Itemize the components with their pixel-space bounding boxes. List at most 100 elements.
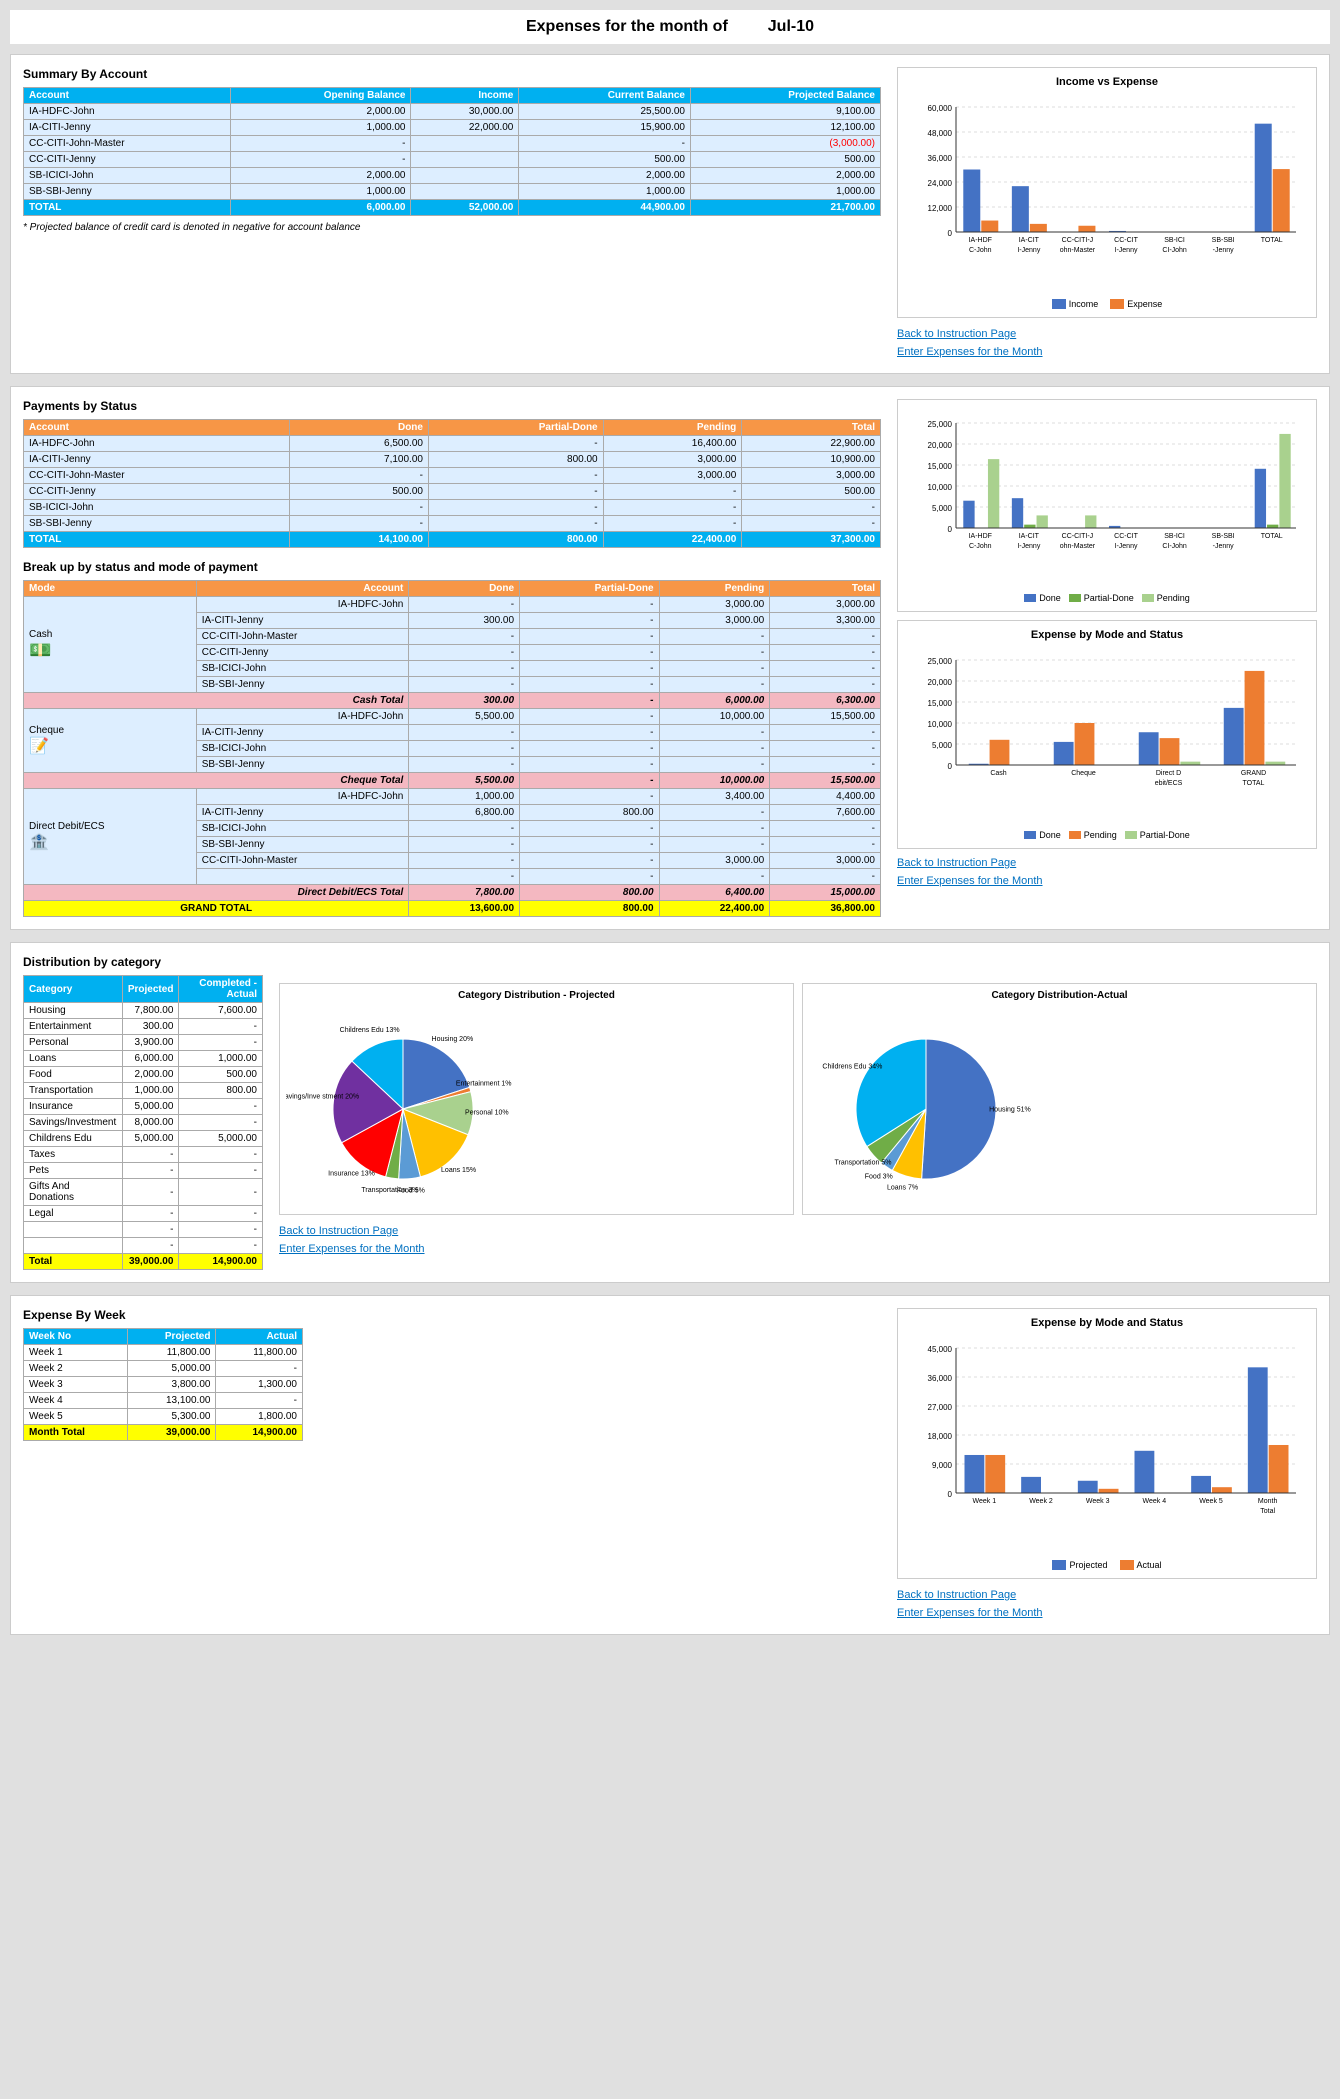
section1-title: Summary By Account xyxy=(23,67,881,81)
svg-text:Housing 20%: Housing 20% xyxy=(432,1036,474,1043)
enter-expenses-link-2[interactable]: Enter Expenses for the Month xyxy=(897,873,1317,891)
svg-text:-Jenny: -Jenny xyxy=(1213,247,1235,254)
svg-text:CI-John: CI-John xyxy=(1162,247,1187,254)
svg-text:IA-CIT: IA-CIT xyxy=(1019,533,1040,540)
week-chart: Expense by Mode and Status 09,00018,0002… xyxy=(897,1308,1317,1579)
svg-text:Cash: Cash xyxy=(990,770,1006,777)
svg-text:12,000: 12,000 xyxy=(928,204,953,213)
section2-title: Payments by Status xyxy=(23,399,881,413)
svg-text:20,000: 20,000 xyxy=(928,678,953,687)
section3-links: Back to Instruction Page Enter Expenses … xyxy=(279,1223,1317,1258)
svg-text:TOTAL: TOTAL xyxy=(1261,533,1283,540)
enter-expenses-link-1[interactable]: Enter Expenses for the Month xyxy=(897,344,1317,362)
section4-title: Expense By Week xyxy=(23,1308,881,1322)
section1-links: Back to Instruction Page Enter Expenses … xyxy=(897,326,1317,361)
pie-projected: Category Distribution - Projected Housin… xyxy=(279,983,794,1215)
svg-text:Week 3: Week 3 xyxy=(1086,1498,1110,1505)
svg-text:Food 3%: Food 3% xyxy=(865,1174,893,1181)
section3-title: Distribution by category xyxy=(23,955,1317,969)
svg-text:IA-CIT: IA-CIT xyxy=(1019,237,1040,244)
svg-text:I-Jenny: I-Jenny xyxy=(1115,247,1138,254)
svg-text:25,000: 25,000 xyxy=(928,420,953,429)
svg-text:Personal 10%: Personal 10% xyxy=(465,1109,509,1116)
svg-text:Transportation 5%: Transportation 5% xyxy=(835,1160,892,1167)
svg-text:9,000: 9,000 xyxy=(932,1461,953,1470)
svg-text:CC-CITI-J: CC-CITI-J xyxy=(1062,533,1094,540)
breakdown-table: Mode Account Done Partial-Done Pending T… xyxy=(23,580,881,917)
svg-text:Week 2: Week 2 xyxy=(1029,1498,1053,1505)
svg-text:5,000: 5,000 xyxy=(932,504,953,513)
svg-text:0: 0 xyxy=(948,762,953,771)
svg-text:Direct D: Direct D xyxy=(1156,770,1181,777)
svg-text:ohn-Master: ohn-Master xyxy=(1060,543,1096,550)
expense-mode-status-chart: Expense by Mode and Status 05,00010,0001… xyxy=(897,620,1317,849)
svg-text:CC-CIT: CC-CIT xyxy=(1114,533,1138,540)
summary-table: Account Opening Balance Income Current B… xyxy=(23,87,881,216)
svg-text:CI-John: CI-John xyxy=(1162,543,1187,550)
svg-text:Childrens Edu 34%: Childrens Edu 34% xyxy=(822,1064,882,1071)
svg-text:SB-SBI: SB-SBI xyxy=(1212,237,1235,244)
svg-text:20,000: 20,000 xyxy=(928,441,953,450)
svg-text:-Jenny: -Jenny xyxy=(1213,543,1235,550)
back-instruction-link-1[interactable]: Back to Instruction Page xyxy=(897,326,1317,344)
svg-text:36,000: 36,000 xyxy=(928,154,953,163)
section-week: Expense By Week Week No Projected Actual… xyxy=(10,1295,1330,1635)
svg-text:I-Jenny: I-Jenny xyxy=(1017,247,1040,254)
svg-text:10,000: 10,000 xyxy=(928,483,953,492)
payments-table: Account Done Partial-Done Pending Total … xyxy=(23,419,881,548)
pie-actual: Category Distribution-Actual Housing 51%… xyxy=(802,983,1317,1215)
svg-text:GRAND: GRAND xyxy=(1241,770,1266,777)
page-title: Expenses for the month of Jul-10 xyxy=(10,10,1330,44)
enter-expenses-link-4[interactable]: Enter Expenses for the Month xyxy=(897,1605,1317,1623)
svg-text:0: 0 xyxy=(948,525,953,534)
svg-text:IA-HDF: IA-HDF xyxy=(969,237,992,244)
svg-text:0: 0 xyxy=(948,229,953,238)
svg-text:CC-CITI-J: CC-CITI-J xyxy=(1062,237,1094,244)
svg-text:Total: Total xyxy=(1260,1508,1275,1515)
svg-text:5,000: 5,000 xyxy=(932,741,953,750)
svg-text:27,000: 27,000 xyxy=(928,1403,953,1412)
svg-text:60,000: 60,000 xyxy=(928,104,953,113)
section2-links: Back to Instruction Page Enter Expenses … xyxy=(897,855,1317,890)
back-instruction-link-3[interactable]: Back to Instruction Page xyxy=(279,1223,1317,1241)
payments-status-chart: 0 5,000 10,000 15,000 20,000 25,000 IA-HDF C-Jo… xyxy=(897,399,1317,612)
svg-text:TOTAL: TOTAL xyxy=(1243,780,1265,787)
svg-text:Transportation 3%: Transportation 3% xyxy=(361,1187,418,1194)
svg-text:SB-ICI: SB-ICI xyxy=(1164,237,1185,244)
svg-text:15,000: 15,000 xyxy=(928,699,953,708)
svg-text:45,000: 45,000 xyxy=(928,1345,953,1354)
svg-text:Week 5: Week 5 xyxy=(1199,1498,1223,1505)
svg-text:48,000: 48,000 xyxy=(928,129,953,138)
enter-expenses-link-3[interactable]: Enter Expenses for the Month xyxy=(279,1241,1317,1259)
svg-text:18,000: 18,000 xyxy=(928,1432,953,1441)
svg-text:Childrens Edu 13%: Childrens Edu 13% xyxy=(340,1027,400,1034)
svg-text:CC-CIT: CC-CIT xyxy=(1114,237,1138,244)
section4-links: Back to Instruction Page Enter Expenses … xyxy=(897,1587,1317,1622)
svg-text:15,000: 15,000 xyxy=(928,462,953,471)
category-table: Category Projected Completed - Actual Ho… xyxy=(23,975,263,1270)
svg-text:C-John: C-John xyxy=(969,247,992,254)
svg-text:Insurance 13%: Insurance 13% xyxy=(328,1171,375,1178)
svg-text:C-John: C-John xyxy=(969,543,992,550)
week-table: Week No Projected Actual Week 111,800.00… xyxy=(23,1328,303,1441)
back-instruction-link-4[interactable]: Back to Instruction Page xyxy=(897,1587,1317,1605)
svg-text:Cheque: Cheque xyxy=(1071,770,1096,777)
svg-text:Week 4: Week 4 xyxy=(1143,1498,1167,1505)
svg-text:Month: Month xyxy=(1258,1498,1278,1505)
svg-text:ohn-Master: ohn-Master xyxy=(1060,247,1096,254)
svg-text:Week 1: Week 1 xyxy=(973,1498,997,1505)
svg-text:I-Jenny: I-Jenny xyxy=(1017,543,1040,550)
summary-note: * Projected balance of credit card is de… xyxy=(23,222,881,233)
section-summary: Summary By Account Account Opening Balan… xyxy=(10,54,1330,374)
svg-text:SB-SBI: SB-SBI xyxy=(1212,533,1235,540)
svg-text:0: 0 xyxy=(948,1490,953,1499)
svg-text:36,000: 36,000 xyxy=(928,1374,953,1383)
svg-text:IA-HDF: IA-HDF xyxy=(969,533,992,540)
svg-text:Loans 15%: Loans 15% xyxy=(441,1167,476,1174)
svg-text:SB-ICI: SB-ICI xyxy=(1164,533,1185,540)
back-instruction-link-2[interactable]: Back to Instruction Page xyxy=(897,855,1317,873)
svg-text:25,000: 25,000 xyxy=(928,657,953,666)
svg-text:I-Jenny: I-Jenny xyxy=(1115,543,1138,550)
svg-text:Loans 7%: Loans 7% xyxy=(887,1185,918,1192)
svg-text:Entertainment 1%: Entertainment 1% xyxy=(456,1081,512,1088)
